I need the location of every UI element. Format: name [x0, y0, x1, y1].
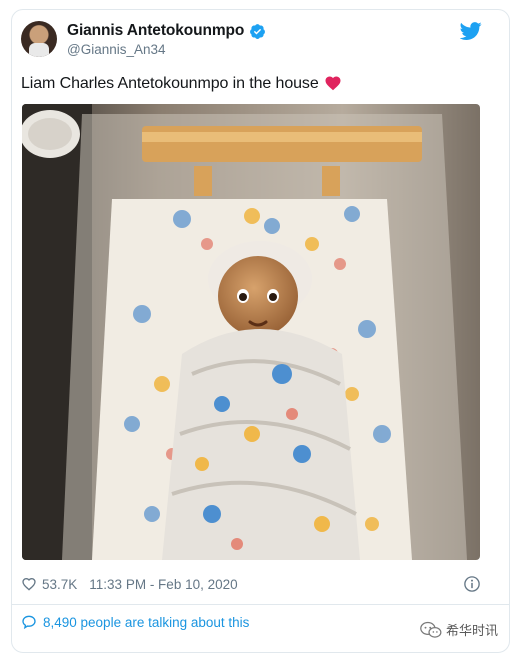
author-name[interactable]: Giannis Antetokounmpo [67, 22, 244, 40]
info-icon[interactable] [463, 575, 481, 593]
red-heart-icon [325, 76, 341, 91]
like-count[interactable]: 53.7K [42, 577, 77, 592]
tweet-timestamp[interactable]: 11:33 PM - Feb 10, 2020 [89, 577, 237, 592]
tweet-text-body: Liam Charles Antetokounmpo in the house [21, 75, 319, 92]
watermark: 希华时讯 [420, 620, 498, 639]
tweet-photo[interactable] [22, 104, 480, 560]
wechat-icon [420, 621, 442, 638]
conversation-link[interactable]: 8,490 people are talking about this [21, 614, 249, 630]
author-handle[interactable]: @Giannis_An34 [67, 42, 166, 57]
avatar[interactable] [21, 21, 57, 57]
heart-outline-icon[interactable] [21, 576, 37, 592]
tweet-meta-row: 53.7K 11:33 PM - Feb 10, 2020 [21, 574, 481, 594]
author-row: Giannis Antetokounmpo [67, 22, 266, 40]
watermark-text: 希华时讯 [446, 623, 499, 638]
tweet-text: Liam Charles Antetokounmpo in the house [21, 74, 342, 93]
newborn-bassinet-photo [22, 104, 480, 560]
divider [11, 604, 510, 605]
speech-bubble-icon [22, 615, 36, 630]
talking-count: 8,490 people are talking about this [43, 614, 250, 630]
twitter-bird-icon[interactable] [460, 20, 482, 42]
verified-badge-icon [250, 23, 266, 39]
